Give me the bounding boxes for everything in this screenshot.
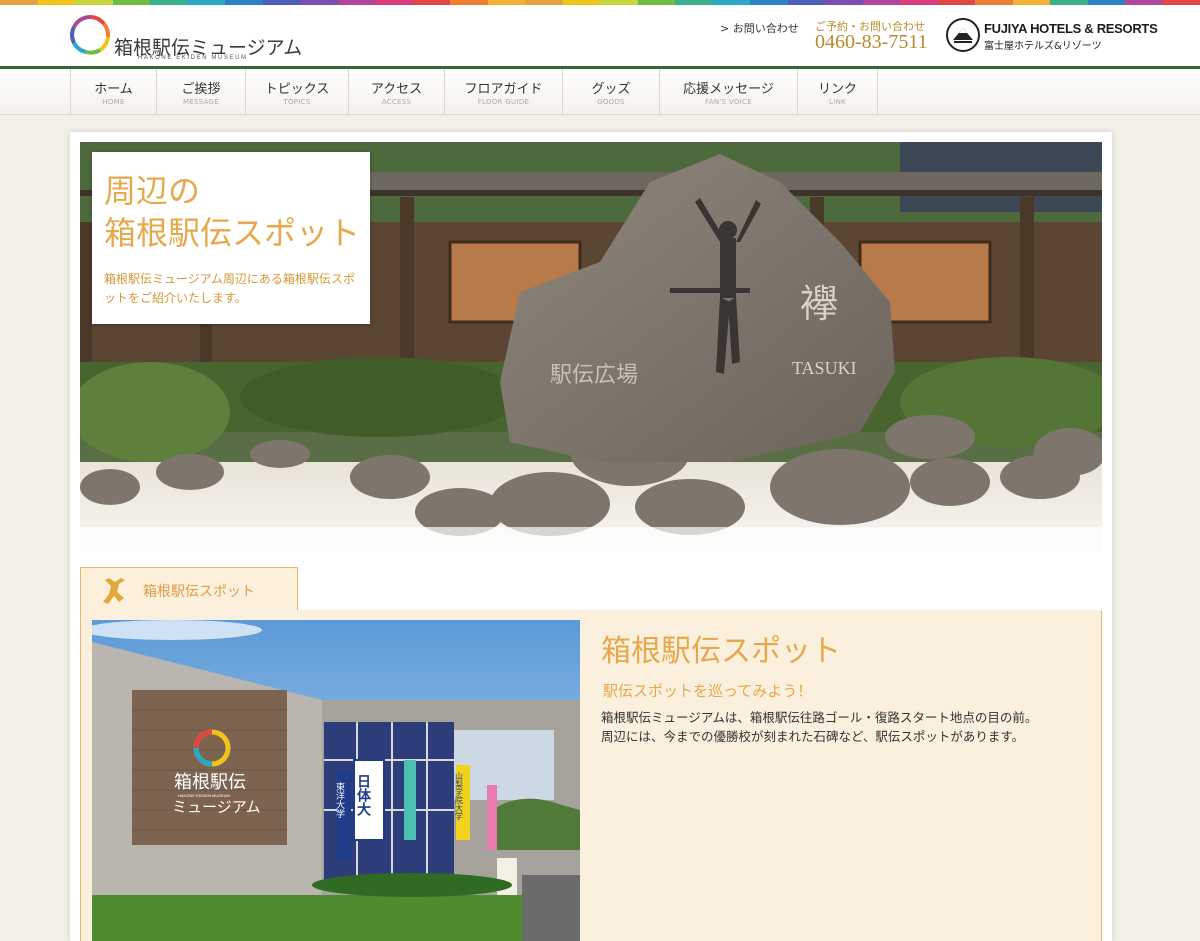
nav-sublabel: LINK bbox=[829, 98, 846, 106]
banner-text: 日体大 bbox=[355, 774, 371, 817]
tab-ekiden-spot[interactable]: 箱根駅伝スポット bbox=[80, 567, 298, 611]
museum-sign-subtext: ミュージアム bbox=[172, 798, 261, 816]
monument-kanji: 襷 bbox=[800, 282, 838, 326]
nav-label: リンク bbox=[817, 82, 857, 97]
runner-icon bbox=[103, 578, 125, 604]
logo-subtitle: HAKONE EKIDEN MUSEUM bbox=[138, 55, 248, 61]
nav-item-home[interactable]: ホーム HOME bbox=[70, 69, 156, 115]
nav-sublabel: MESSAGE bbox=[182, 98, 220, 106]
museum-sign-en: HAKONE EKIDEN MUSEUM bbox=[178, 793, 230, 798]
partner-name-en: FUJIYA HOTELS & RESORTS bbox=[984, 21, 1158, 36]
spot-title: 箱根駅伝スポット bbox=[601, 634, 841, 669]
nav-label: トピックス bbox=[264, 82, 330, 97]
main-content-card: 駅伝広場 襷 TASUKI 周辺の 箱根駅伝スポット 箱根駅伝ミュージアム周辺に… bbox=[70, 132, 1112, 941]
nav-label: 応援メッセージ bbox=[683, 82, 774, 97]
spot-description-line: 箱根駅伝ミュージアムは、箱根駅伝往路ゴール・復路スタート地点の目の前。 bbox=[601, 710, 1038, 725]
hero-title-box: 周辺の 箱根駅伝スポット 箱根駅伝ミュージアム周辺にある箱根駅伝スポットをご紹介… bbox=[92, 152, 370, 324]
nav-item-floor-guide[interactable]: フロアガイド FLOOR GUIDE bbox=[444, 69, 562, 115]
site-header: 箱根駅伝ミュージアム HAKONE EKIDEN MUSEUM > お問い合わせ… bbox=[0, 5, 1200, 67]
rainbow-ring-logo-icon bbox=[70, 15, 111, 55]
banner-text: 東洋大学 bbox=[334, 781, 345, 818]
nav-item-link[interactable]: リンク LINK bbox=[797, 69, 878, 115]
nav-item-message[interactable]: ご挨拶 MESSAGE bbox=[156, 69, 245, 115]
fujiya-emblem-icon bbox=[946, 18, 980, 52]
tel-number[interactable]: 0460-83-7511 bbox=[815, 31, 928, 54]
monument-tasuki: TASUKI bbox=[792, 358, 857, 378]
monument-inscription: 駅伝広場 bbox=[550, 363, 638, 388]
spot-description-line: 周辺には、今までの優勝校が刻まれた石碑など、駅伝スポットがあります。 bbox=[601, 729, 1025, 744]
spot-subtitle: 駅伝スポットを巡ってみよう！ bbox=[603, 682, 813, 700]
nav-label: ホーム bbox=[94, 82, 133, 97]
nav-item-fans-voice[interactable]: 応援メッセージ FAN'S VOICE bbox=[659, 69, 797, 115]
museum-sign-text: 箱根駅伝 bbox=[174, 772, 246, 793]
nav-sublabel: GOODS bbox=[597, 98, 625, 106]
tab-label: 箱根駅伝スポット bbox=[143, 584, 255, 600]
hero-description: 箱根駅伝ミュージアム周辺にある箱根駅伝スポットをご紹介いたします。 bbox=[104, 272, 355, 305]
nav-sublabel: HOME bbox=[102, 98, 125, 106]
nav-sublabel: ACCESS bbox=[381, 98, 412, 106]
banner-text: 山梨学院大学 bbox=[455, 771, 464, 820]
global-nav: ホーム HOME ご挨拶 MESSAGE トピックス TOPICS アクセス A… bbox=[0, 69, 1200, 115]
hero-title: 周辺の 箱根駅伝スポット bbox=[104, 172, 361, 252]
nav-sublabel: TOPICS bbox=[283, 98, 311, 106]
nav-item-access[interactable]: アクセス ACCESS bbox=[348, 69, 444, 115]
museum-photo: 箱根駅伝 ミュージアム HAKONE EKIDEN MUSEUM 東洋大学 日体… bbox=[92, 620, 580, 941]
nav-label: フロアガイド bbox=[464, 82, 543, 97]
museum-building-photo: 箱根駅伝 ミュージアム HAKONE EKIDEN MUSEUM 東洋大学 日体… bbox=[92, 620, 580, 941]
spot-content-panel: 箱根駅伝 ミュージアム HAKONE EKIDEN MUSEUM 東洋大学 日体… bbox=[80, 610, 1102, 941]
site-logo[interactable]: 箱根駅伝ミュージアム HAKONE EKIDEN MUSEUM bbox=[68, 13, 302, 61]
fujiya-logo[interactable]: FUJIYA HOTELS & RESORTS 富士屋ホテルズ&リゾーツ bbox=[946, 18, 1158, 54]
spot-description: 箱根駅伝ミュージアムは、箱根駅伝往路ゴール・復路スタート地点の目の前。 周辺には… bbox=[601, 708, 1081, 746]
nav-item-goods[interactable]: グッズ GOODS bbox=[562, 69, 659, 115]
hero-image: 駅伝広場 襷 TASUKI 周辺の 箱根駅伝スポット 箱根駅伝ミュージアム周辺に… bbox=[80, 142, 1102, 552]
nav-label: グッズ bbox=[591, 82, 631, 97]
nav-label: ご挨拶 bbox=[181, 82, 221, 97]
partner-name-jp: 富士屋ホテルズ&リゾーツ bbox=[984, 41, 1102, 52]
contact-link[interactable]: > お問い合わせ bbox=[720, 20, 799, 36]
nav-item-topics[interactable]: トピックス TOPICS bbox=[245, 69, 348, 115]
nav-label: アクセス bbox=[370, 82, 423, 97]
nav-sublabel: FLOOR GUIDE bbox=[477, 98, 530, 106]
nav-sublabel: FAN'S VOICE bbox=[705, 98, 752, 106]
